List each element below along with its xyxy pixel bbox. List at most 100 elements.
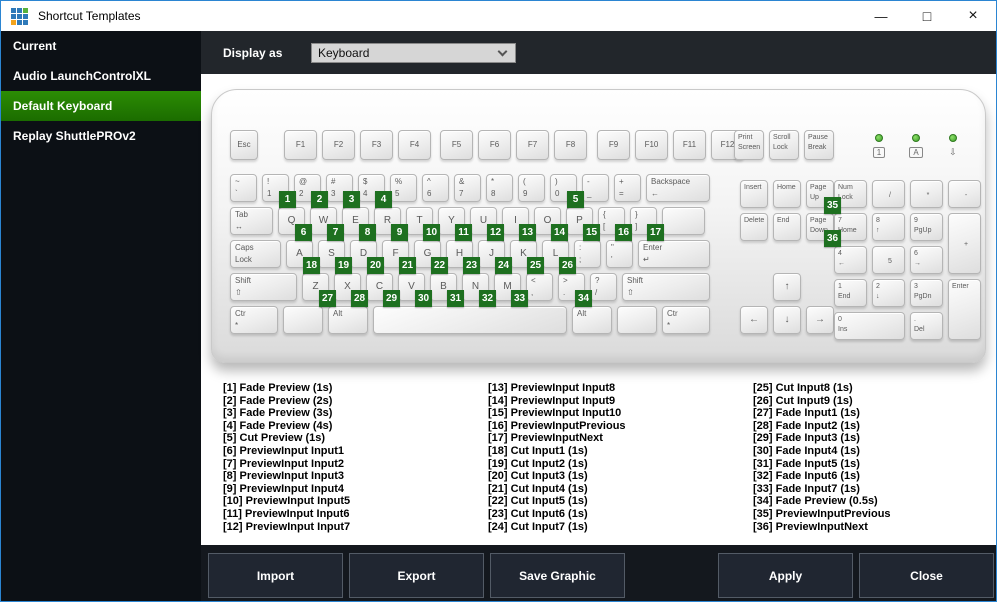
keyboard-key-8-[interactable]: 8 ↑	[872, 213, 905, 241]
keyboard-key-ctr-[interactable]: Ctr *	[230, 306, 278, 334]
keyboard-key--7[interactable]: & 7	[454, 174, 481, 202]
keyboard-key-shift-[interactable]: Shift ⇧	[622, 273, 710, 301]
keyboard-key[interactable]	[662, 207, 705, 235]
keyboard-key-end[interactable]: End	[773, 213, 801, 241]
keyboard-key-6-[interactable]: 6 →	[910, 246, 943, 274]
keyboard-key--[interactable]: {[16	[598, 207, 632, 241]
sidebar-item-replay-shuttleprov2[interactable]: Replay ShuttlePROv2	[1, 121, 201, 151]
keyboard-key--8[interactable]: * 8	[486, 174, 513, 202]
keyboard-key-5[interactable]: 5	[872, 246, 905, 274]
keyboard-key-z[interactable]: Z 27	[302, 273, 336, 307]
keyboard-key-f5[interactable]: F5	[440, 130, 473, 160]
minimize-button[interactable]: —	[858, 1, 904, 31]
keyboard-key-tab-[interactable]: Tab ↔	[230, 207, 273, 235]
keyboard-key-esc[interactable]: Esc	[230, 130, 258, 160]
keyboard-key-d[interactable]: D 20	[350, 240, 384, 274]
keyboard-key--[interactable]: -	[948, 180, 981, 208]
keyboard-key-3pgdn[interactable]: 3 PgDn	[910, 279, 943, 307]
keyboard-key-enter-[interactable]: Enter ↵	[638, 240, 710, 268]
maximize-button[interactable]: □	[904, 1, 950, 31]
keyboard-key-f4[interactable]: F4	[398, 130, 431, 160]
keyboard-key-f10[interactable]: F10	[635, 130, 668, 160]
save-graphic-button[interactable]: Save Graphic	[490, 553, 625, 598]
keyboard-key-f3[interactable]: F3	[360, 130, 393, 160]
keyboard-key-f6[interactable]: F6	[478, 130, 511, 160]
keyboard-key--[interactable]: ~ `	[230, 174, 257, 202]
keyboard-key-f7[interactable]: F7	[516, 130, 549, 160]
close-icon[interactable]: ×	[950, 1, 996, 31]
keyboard-key--[interactable]: - _	[582, 174, 609, 202]
keyboard-key-shift-[interactable]: Shift ⇧	[230, 273, 297, 301]
keyboard-key-u[interactable]: U 12	[470, 207, 504, 241]
keyboard-key[interactable]	[617, 306, 657, 334]
keyboard-key-f11[interactable]: F11	[673, 130, 706, 160]
keyboard-key--[interactable]: /	[872, 180, 905, 208]
keyboard-key--[interactable]: >. 34	[558, 273, 592, 307]
keyboard-key-alt[interactable]: Alt	[572, 306, 612, 334]
keyboard-key--1[interactable]: ! 1 1	[262, 174, 296, 208]
keyboard-key-r[interactable]: R9	[374, 207, 408, 241]
keyboard-key-home[interactable]: Home	[773, 180, 801, 208]
keyboard-key-n[interactable]: N 32	[462, 273, 496, 307]
keyboard-key--[interactable]: ←	[740, 306, 768, 334]
display-as-dropdown[interactable]: Keyboard	[311, 43, 516, 63]
keyboard-key-j[interactable]: J 24	[478, 240, 512, 274]
keyboard-key-f9[interactable]: F9	[597, 130, 630, 160]
keyboard-key-pageup[interactable]: Page Up 35	[806, 180, 841, 214]
sidebar-item-default-keyboard[interactable]: Default Keyboard	[1, 91, 201, 121]
keyboard-key--[interactable]: +	[948, 213, 981, 274]
keyboard-key-f2[interactable]: F2	[322, 130, 355, 160]
keyboard-key-q[interactable]: Q6	[278, 207, 312, 241]
keyboard-key--[interactable]: :;	[574, 240, 601, 268]
keyboard-key-f[interactable]: F 21	[382, 240, 416, 274]
keyboard-key-c[interactable]: C 29	[366, 273, 400, 307]
keyboard-key-4-[interactable]: 4 ←	[834, 246, 867, 274]
keyboard-key--[interactable]: ↑	[773, 273, 801, 301]
keyboard-key--5[interactable]: % 5	[390, 174, 417, 202]
keyboard-key--[interactable]: <,	[526, 273, 553, 301]
keyboard-key-b[interactable]: B 31	[430, 273, 464, 307]
keyboard-key-m[interactable]: M 33	[494, 273, 528, 307]
keyboard-key-p[interactable]: P 15	[566, 207, 600, 241]
keyboard-key--[interactable]: ? /	[590, 273, 617, 301]
keyboard-key[interactable]	[373, 306, 567, 334]
keyboard-key-9pgup[interactable]: 9 PgUp	[910, 213, 943, 241]
keyboard-key-i[interactable]: I 13	[502, 207, 536, 241]
keyboard-key-h[interactable]: H 23	[446, 240, 480, 274]
keyboard-key-f8[interactable]: F8	[554, 130, 587, 160]
keyboard-key--4[interactable]: $4 4	[358, 174, 392, 208]
keyboard-key--[interactable]: →	[806, 306, 834, 334]
keyboard-key-capslock[interactable]: Caps Lock	[230, 240, 281, 268]
keyboard-key-a[interactable]: A 18	[286, 240, 320, 274]
keyboard-key--0[interactable]: ) 0 5	[550, 174, 584, 208]
keyboard-key-printscreen[interactable]: Print Screen	[734, 130, 764, 160]
keyboard-key-pausebreak[interactable]: Pause Break	[804, 130, 834, 160]
keyboard-key--2[interactable]: @2 2	[294, 174, 328, 208]
keyboard-key-insert[interactable]: Insert	[740, 180, 768, 208]
keyboard-key-f1[interactable]: F1	[284, 130, 317, 160]
export-button[interactable]: Export	[349, 553, 484, 598]
keyboard-key-delete[interactable]: Delete	[740, 213, 768, 241]
keyboard-key-y[interactable]: Y 11	[438, 207, 472, 241]
keyboard-key--9[interactable]: (9	[518, 174, 545, 202]
keyboard-key[interactable]	[283, 306, 323, 334]
keyboard-key-x[interactable]: X 28	[334, 273, 368, 307]
keyboard-key-w[interactable]: W7	[310, 207, 344, 241]
keyboard-key-g[interactable]: G 22	[414, 240, 448, 274]
import-button[interactable]: Import	[208, 553, 343, 598]
keyboard-key-scrolllock[interactable]: Scroll Lock	[769, 130, 799, 160]
keyboard-key--[interactable]: *	[910, 180, 943, 208]
apply-button[interactable]: Apply	[718, 553, 853, 598]
keyboard-key-l[interactable]: L 26	[542, 240, 576, 274]
keyboard-key--[interactable]: ↓	[773, 306, 801, 334]
keyboard-key-v[interactable]: V 30	[398, 273, 432, 307]
keyboard-key-enter[interactable]: Enter	[948, 279, 981, 340]
keyboard-key-k[interactable]: K 25	[510, 240, 544, 274]
keyboard-key--[interactable]: " '	[606, 240, 633, 268]
keyboard-key-alt[interactable]: Alt	[328, 306, 368, 334]
keyboard-key-backspace-[interactable]: Backspace ←	[646, 174, 710, 202]
keyboard-key-t[interactable]: T 10	[406, 207, 440, 241]
keyboard-key-2-[interactable]: 2 ↓	[872, 279, 905, 307]
keyboard-key-pagedown[interactable]: Page Down 36	[806, 213, 841, 247]
keyboard-key-ctr-[interactable]: Ctr *	[662, 306, 710, 334]
